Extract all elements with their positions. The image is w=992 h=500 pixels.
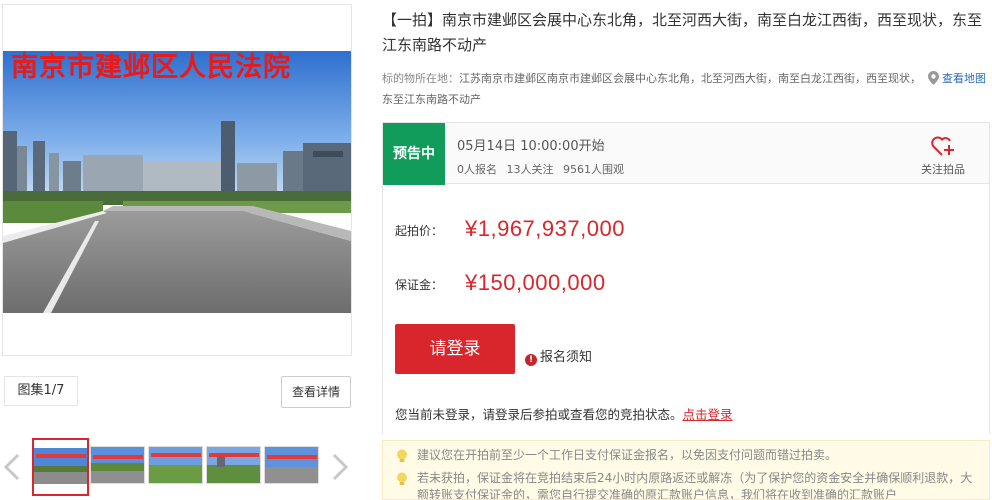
view-details-button[interactable]: 查看详情 bbox=[281, 376, 351, 408]
tip-text: 建议您在开拍前至少一个工作日支付保证金报名，以免因支付问题而错过拍卖。 bbox=[417, 448, 838, 462]
gallery-counter: 图集1/7 bbox=[4, 376, 78, 406]
starting-price-value: ¥1,967,937,000 bbox=[465, 216, 625, 241]
view-map-link[interactable]: 查看地图 bbox=[928, 68, 986, 89]
price-panel: 起拍价： ¥1,967,937,000 保证金： ¥150,000,000 请登… bbox=[382, 184, 990, 434]
registration-notice-link[interactable]: ! 报名须知 bbox=[525, 346, 592, 366]
warning-icon: ! bbox=[525, 354, 537, 366]
click-login-link[interactable]: 点击登录 bbox=[683, 407, 733, 422]
login-hint: 您当前未登录，请登录后参拍或查看您的竞拍状态。点击登录 bbox=[395, 404, 733, 423]
thumb-prev-arrow-icon[interactable] bbox=[2, 452, 22, 482]
follow-item-button[interactable]: 关注拍品 bbox=[913, 135, 973, 177]
thumbnail-5[interactable] bbox=[264, 446, 319, 484]
registered-count: 0人报名 bbox=[457, 163, 497, 176]
thumbnail-4[interactable] bbox=[206, 446, 261, 484]
registration-notice-label: 报名须知 bbox=[540, 350, 593, 365]
map-pin-icon bbox=[928, 71, 939, 85]
location-text: 江苏南京市建邺区南京市建邺区会展中心东北角，北至河西大街，南至白龙江西街，西至现… bbox=[382, 72, 921, 106]
status-badge: 预告中 bbox=[383, 123, 445, 185]
login-hint-text: 您当前未登录，请登录后参拍或查看您的竞拍状态。 bbox=[395, 407, 683, 422]
login-button[interactable]: 请登录 bbox=[395, 324, 515, 374]
tip-item: 若未获拍，保证金将在竞拍结束后24小时内原路返还或解冻（为了保护您的资金安全并确… bbox=[395, 470, 980, 500]
lightbulb-icon bbox=[397, 472, 407, 485]
property-photo bbox=[3, 51, 351, 313]
court-name-overlay: 南京市建邺区人民法院 bbox=[11, 52, 291, 83]
auction-stats: 0人报名 13人关注 9561人围观 bbox=[457, 161, 630, 177]
follower-count: 13人关注 bbox=[506, 163, 554, 176]
listing-title: 【一拍】南京市建邺区会展中心东北角，北至河西大街，南至白龙江西街，西至现状，东至… bbox=[382, 11, 983, 54]
main-photo[interactable]: 南京市建邺区人民法院 bbox=[2, 4, 352, 356]
thumb-next-arrow-icon[interactable] bbox=[330, 452, 350, 482]
heart-plus-icon bbox=[931, 136, 954, 156]
tip-text: 若未获拍，保证金将在竞拍结束后24小时内原路返还或解冻（为了保护您的资金安全并确… bbox=[417, 471, 973, 500]
location-row: 标的物所在地：江苏南京市建邺区南京市建邺区会展中心东北角，北至河西大街，南至白龙… bbox=[382, 68, 922, 110]
auction-start-time: 05月14日 10:00:00开始 bbox=[457, 139, 605, 154]
location-label: 标的物所在地： bbox=[382, 72, 459, 85]
tip-item: 建议您在开拍前至少一个工作日支付保证金报名，以免因支付问题而错过拍卖。 bbox=[395, 447, 980, 464]
starting-price-label: 起拍价： bbox=[395, 224, 444, 238]
thumbnail-3[interactable] bbox=[148, 446, 203, 484]
follow-item-label: 关注拍品 bbox=[921, 163, 965, 176]
thumbnail-1[interactable] bbox=[32, 438, 89, 496]
deposit-label: 保证金： bbox=[395, 278, 444, 292]
lightbulb-icon bbox=[397, 449, 407, 462]
view-count: 9561人围观 bbox=[563, 163, 624, 176]
thumbnail-2[interactable] bbox=[90, 446, 145, 484]
deposit-value: ¥150,000,000 bbox=[465, 270, 606, 295]
auction-status-panel: 预告中 05月14日 10:00:00开始 0人报名 13人关注 9561人围观… bbox=[382, 122, 990, 185]
tips-panel: 建议您在开拍前至少一个工作日支付保证金报名，以免因支付问题而错过拍卖。 若未获拍… bbox=[382, 440, 990, 500]
view-map-label: 查看地图 bbox=[942, 72, 986, 85]
